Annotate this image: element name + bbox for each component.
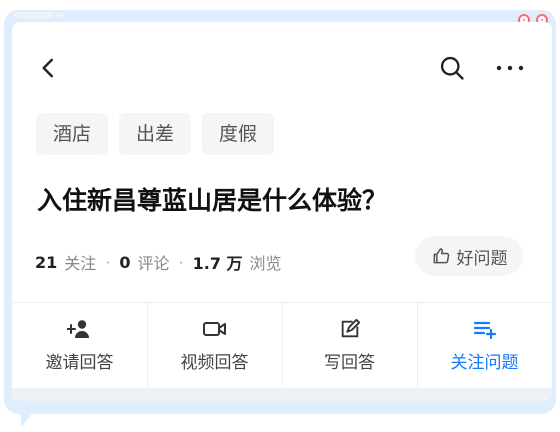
video-camera-icon (202, 321, 226, 336)
follow-question-button[interactable]: 关注问题 (417, 303, 552, 387)
tag-business-trip[interactable]: 出差 (119, 113, 192, 155)
back-button[interactable] (26, 46, 70, 90)
good-question-button[interactable]: 好问题 (415, 236, 523, 276)
views-label: 浏览 (249, 254, 282, 273)
follow-question-label: 关注问题 (450, 352, 519, 373)
invite-answer-label: 邀请回答 (45, 352, 114, 373)
invite-answer-button[interactable]: 邀请回答 (12, 303, 147, 387)
back-arrow-icon (42, 58, 53, 78)
write-answer-button[interactable]: 写回答 (282, 303, 417, 387)
views-count: 1.7 万 (192, 254, 243, 273)
video-answer-button[interactable]: 视频回答 (147, 303, 282, 387)
separator-dot: · (105, 252, 111, 272)
more-dots-icon (496, 65, 524, 71)
video-answer-label: 视频回答 (180, 352, 249, 373)
bubble-tail (15, 413, 33, 427)
bottom-strip (12, 388, 552, 401)
invite-user-icon (66, 319, 89, 338)
followers-count: 21 (35, 252, 58, 272)
question-title: 入住新昌尊蓝山居是什么体验？ (37, 186, 388, 215)
comments-label[interactable]: 评论 (138, 250, 170, 274)
top-navigation-bar (12, 22, 552, 116)
question-stats: 21 关注 · 0 评论 · 1.7 万 浏览 (35, 245, 282, 279)
question-actions: 邀请回答 视频回答 写回答 关注问题 (12, 303, 552, 387)
follow-list-icon (473, 321, 496, 339)
tag-vacation[interactable]: 度假 (202, 113, 275, 155)
topic-tags: 酒店 出差 度假 (36, 113, 275, 155)
comments-count[interactable]: 0 (119, 253, 130, 272)
tag-hotel[interactable]: 酒店 (36, 113, 109, 155)
search-button[interactable] (430, 46, 474, 90)
more-button[interactable] (488, 46, 532, 90)
followers-label: 关注 (64, 254, 97, 273)
question-card: 酒店 出差 度假 入住新昌尊蓝山居是什么体验？ 21 关注 · 0 评论 · 1… (12, 22, 552, 388)
good-question-label: 好问题 (456, 248, 508, 269)
thumbs-up-icon (433, 248, 449, 264)
search-icon (440, 56, 464, 80)
write-answer-label: 写回答 (324, 352, 375, 373)
frame-top-strip (14, 12, 64, 18)
separator-dot: · (178, 252, 184, 272)
edit-icon (341, 318, 360, 337)
